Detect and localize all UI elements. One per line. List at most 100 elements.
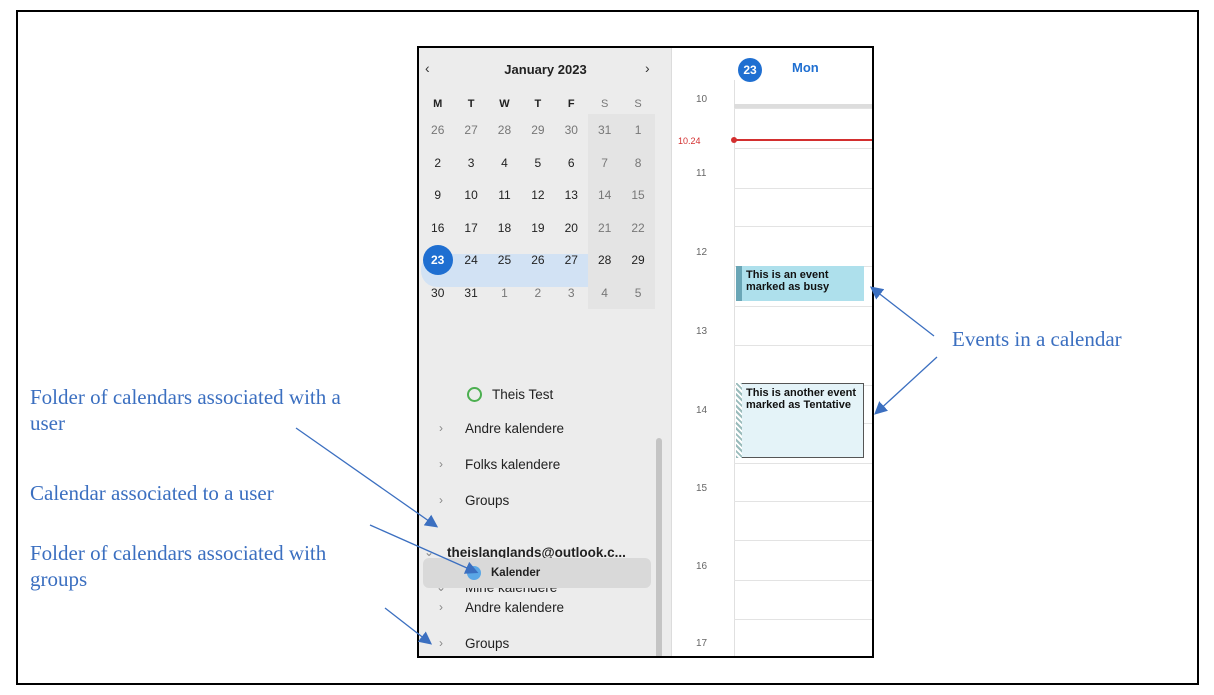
mini-calendar-day[interactable]: 28 xyxy=(587,244,622,277)
mini-calendar-day[interactable]: 10 xyxy=(454,179,487,212)
mini-calendar-day[interactable]: 18 xyxy=(488,212,521,245)
folder-andre-kalendere-2[interactable]: › Andre kalendere xyxy=(419,594,672,620)
mini-calendar-day[interactable]: 3 xyxy=(555,277,588,310)
hour-label: 11 xyxy=(696,168,707,179)
day-number: 6 xyxy=(567,155,575,170)
mini-calendar-day[interactable]: 11 xyxy=(488,179,521,212)
chevron-right-icon: › xyxy=(439,493,443,507)
mini-calendar-day[interactable]: 16 xyxy=(421,212,454,245)
day-number: 4 xyxy=(601,285,608,300)
day-number: 8 xyxy=(634,155,642,170)
folder-groups[interactable]: › Groups xyxy=(419,487,672,513)
day-name-label[interactable]: Mon xyxy=(792,60,819,75)
mini-calendar-day[interactable]: 29 xyxy=(621,244,655,277)
calendar-item-kalender[interactable]: Kalender xyxy=(419,560,672,586)
half-hour-line xyxy=(734,463,872,464)
mini-calendar-day[interactable]: 21 xyxy=(587,211,622,244)
mini-calendar-day[interactable]: 3 xyxy=(454,147,487,180)
day-number: 23 xyxy=(422,245,453,276)
weekday-label: T xyxy=(467,98,475,110)
mini-calendar-day[interactable]: 27 xyxy=(555,244,588,277)
day-number: 26 xyxy=(431,123,445,138)
week-row: 23 24 25 26 27 28 29 xyxy=(421,244,655,277)
date-badge[interactable]: 23 xyxy=(738,58,762,82)
folder-groups-2[interactable]: › Groups xyxy=(419,630,672,656)
mini-calendar-day[interactable]: 5 xyxy=(621,276,655,309)
mini-calendar-day[interactable]: 31 xyxy=(454,277,487,310)
chevron-right-icon: › xyxy=(439,421,443,435)
outlook-calendar-screenshot: ‹ January 2023 › M T W T F S S 26 27 28 29 3… xyxy=(417,46,874,658)
mini-calendar-day[interactable]: 2 xyxy=(421,147,454,180)
time-gutter-divider xyxy=(734,80,735,656)
mini-calendar-day[interactable]: 30 xyxy=(421,277,454,310)
mini-calendar-day[interactable]: 4 xyxy=(587,276,622,309)
mini-calendar-day[interactable]: 26 xyxy=(421,114,454,147)
half-hour-line xyxy=(734,148,872,149)
mini-calendar-day[interactable]: 1 xyxy=(621,114,655,147)
day-number: 24 xyxy=(464,253,478,268)
day-number: 1 xyxy=(634,123,642,138)
hour-label: 15 xyxy=(696,483,708,494)
day-number: 26 xyxy=(531,253,545,268)
day-number: 16 xyxy=(431,220,445,235)
mini-calendar-day[interactable]: 12 xyxy=(521,179,554,212)
mini-calendar-day[interactable]: 24 xyxy=(454,244,487,277)
mini-calendar-day[interactable]: 30 xyxy=(555,114,588,147)
mini-calendar-day[interactable]: 5 xyxy=(521,147,554,180)
weekday-label: M xyxy=(433,98,443,110)
day-number: 5 xyxy=(534,155,542,170)
folder-label: Groups xyxy=(465,635,510,651)
mini-calendar-header: ‹ January 2023 › xyxy=(419,60,672,80)
mini-calendar-day[interactable]: 4 xyxy=(488,147,521,180)
mini-calendar-day[interactable]: 6 xyxy=(555,147,588,180)
mini-calendar-day[interactable]: 26 xyxy=(521,244,554,277)
day-number: 28 xyxy=(497,123,512,138)
mini-calendar-day[interactable]: 22 xyxy=(621,211,655,244)
day-number: 9 xyxy=(434,188,442,203)
calendar-item-label: Theis Test xyxy=(492,386,554,402)
mini-calendar-day[interactable]: 27 xyxy=(454,114,487,147)
next-month-button[interactable]: › xyxy=(645,60,650,76)
folder-andre-kalendere[interactable]: › Andre kalendere xyxy=(419,415,672,441)
mini-calendar-day[interactable]: 23 xyxy=(421,244,454,277)
day-number: 2 xyxy=(434,155,442,170)
half-hour-line xyxy=(734,501,872,502)
week-row: 30 31 1 2 3 4 5 xyxy=(421,276,655,310)
sidebar-scrollbar[interactable] xyxy=(656,438,662,656)
mini-calendar-day[interactable]: 31 xyxy=(587,114,622,147)
half-hour-line xyxy=(734,188,872,189)
mini-calendar-day[interactable]: 1 xyxy=(488,277,521,310)
mini-calendar-day[interactable]: 2 xyxy=(521,277,554,310)
half-hour-line xyxy=(734,226,872,227)
day-number: 7 xyxy=(601,155,608,170)
hour-label: 16 xyxy=(696,561,708,572)
weekday-label: F xyxy=(567,98,575,110)
mini-calendar-day[interactable]: 19 xyxy=(521,212,554,245)
mini-calendar-grid: M T W T F S S 26 27 28 29 30 31 1 2 3 4 5 6 7 8 9 10 11 1… xyxy=(421,94,655,309)
mini-calendar-day[interactable]: 7 xyxy=(587,146,622,179)
chevron-down-icon: ⌄ xyxy=(423,545,435,559)
mini-calendar-day[interactable]: 8 xyxy=(621,146,655,179)
hour-label: 17 xyxy=(696,638,708,649)
folder-label: Groups xyxy=(465,492,510,508)
mini-calendar-day[interactable]: 13 xyxy=(555,179,588,212)
mini-calendar-day[interactable]: 28 xyxy=(488,114,521,147)
event-tentative[interactable]: This is another event marked as Tentativ… xyxy=(736,383,864,458)
day-number: 27 xyxy=(464,123,478,138)
calendar-item-theis-test[interactable]: Theis Test xyxy=(419,381,672,407)
mini-calendar-day[interactable]: 25 xyxy=(488,244,521,277)
day-number: 3 xyxy=(467,155,475,170)
mini-calendar-day[interactable]: 15 xyxy=(621,179,655,212)
mini-calendar-day[interactable]: 29 xyxy=(521,114,554,147)
mini-calendar-day[interactable]: 17 xyxy=(454,212,487,245)
half-hour-line xyxy=(734,108,872,109)
weekday-label: T xyxy=(534,98,542,110)
event-busy[interactable]: This is an event marked as busy xyxy=(736,266,864,301)
folder-folks-kalendere[interactable]: › Folks kalendere xyxy=(419,451,672,477)
mini-calendar-day[interactable]: 9 xyxy=(421,179,454,212)
week-row: 26 27 28 29 30 31 1 xyxy=(421,114,655,147)
mini-calendar-day[interactable]: 14 xyxy=(587,179,622,212)
hour-label: 10 xyxy=(696,94,708,105)
day-number: 14 xyxy=(597,188,612,203)
mini-calendar-day[interactable]: 20 xyxy=(555,212,588,245)
